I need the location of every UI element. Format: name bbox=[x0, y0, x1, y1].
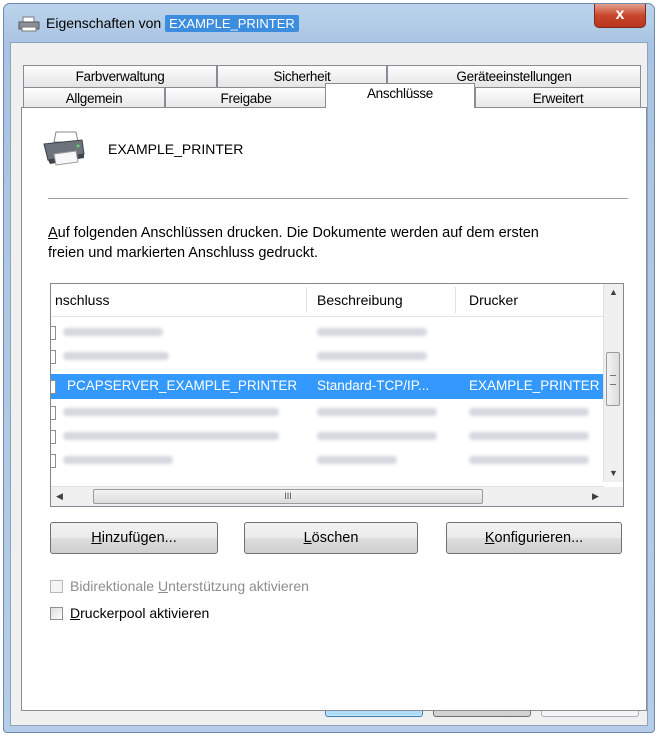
tab-farbverwaltung[interactable]: Farbverwaltung bbox=[23, 65, 217, 87]
port-checkbox[interactable] bbox=[51, 350, 56, 364]
delete-accel-letter: L bbox=[303, 530, 312, 546]
scroll-down-icon[interactable]: ▼ bbox=[604, 465, 623, 482]
bidirectional-support-label: Bidirektionale Unterstützung aktivieren bbox=[70, 578, 309, 594]
port-checkbox[interactable] bbox=[51, 454, 56, 468]
separator-line bbox=[48, 198, 628, 199]
printer-properties-window: Eigenschaften von EXAMPLE_PRINTER x Farb… bbox=[3, 3, 655, 733]
vertical-scroll-thumb[interactable] bbox=[606, 352, 620, 406]
dialog-client-area: Farbverwaltung Sicherheit Geräteeinstell… bbox=[10, 42, 648, 726]
close-button[interactable]: x bbox=[594, 4, 646, 28]
desc-accel-letter: A bbox=[48, 225, 58, 241]
list-item[interactable] bbox=[51, 450, 604, 471]
printer-icon bbox=[43, 131, 85, 166]
column-header-description[interactable]: Beschreibung bbox=[317, 292, 403, 308]
add-accel-letter: H bbox=[91, 530, 102, 546]
tab-allgemein[interactable]: Allgemein bbox=[23, 87, 165, 109]
scroll-right-icon[interactable]: ▶ bbox=[587, 487, 604, 506]
printer-title-icon bbox=[18, 16, 40, 32]
window-title: Eigenschaften von EXAMPLE_PRINTER bbox=[46, 15, 299, 32]
list-header: nschluss Beschreibung Drucker bbox=[51, 284, 604, 317]
list-item[interactable] bbox=[51, 402, 604, 423]
checkbox-box[interactable] bbox=[50, 607, 63, 620]
selected-port-printer: EXAMPLE_PRINTER bbox=[469, 378, 600, 393]
vertical-scrollbar[interactable]: ▲ ▼ bbox=[603, 284, 623, 482]
tab-anschluesse[interactable]: Anschlüsse bbox=[325, 83, 475, 108]
title-bar[interactable]: Eigenschaften von EXAMPLE_PRINTER x bbox=[4, 4, 654, 42]
checkbox-box[interactable] bbox=[50, 580, 63, 593]
port-checkbox[interactable] bbox=[51, 430, 56, 444]
delete-label: öschen bbox=[311, 530, 359, 546]
configure-port-button[interactable]: Konfigurieren... bbox=[446, 522, 622, 554]
list-item[interactable] bbox=[51, 426, 604, 447]
port-checkbox[interactable] bbox=[51, 380, 56, 394]
printer-pool-label: Druckerpool aktivieren bbox=[70, 605, 210, 621]
tab-erweitert[interactable]: Erweitert bbox=[475, 87, 641, 109]
configure-accel-letter: K bbox=[484, 530, 495, 546]
desc-line1: uf folgenden Anschlüssen drucken. Die Do… bbox=[57, 225, 539, 241]
horizontal-scroll-thumb[interactable]: III bbox=[93, 489, 483, 504]
tab-panel-anschluesse: EXAMPLE_PRINTER Auf folgenden Anschlüsse… bbox=[21, 107, 647, 711]
port-checkbox[interactable] bbox=[51, 406, 56, 420]
scroll-up-icon[interactable]: ▲ bbox=[604, 284, 623, 301]
add-label: inzufügen... bbox=[101, 530, 177, 546]
configure-label: onfigurieren... bbox=[494, 530, 584, 546]
ports-description: Auf folgenden Anschlüssen drucken. Die D… bbox=[48, 223, 628, 263]
scroll-left-icon[interactable]: ◀ bbox=[51, 487, 68, 506]
tab-freigabe[interactable]: Freigabe bbox=[165, 87, 327, 109]
column-divider[interactable] bbox=[306, 287, 307, 313]
column-header-printer[interactable]: Drucker bbox=[469, 292, 518, 308]
list-item[interactable] bbox=[51, 346, 604, 367]
close-icon: x bbox=[615, 6, 625, 23]
add-port-button[interactable]: Hinzufügen... bbox=[50, 522, 218, 554]
list-item[interactable] bbox=[51, 322, 604, 343]
printer-name-label: EXAMPLE_PRINTER bbox=[108, 141, 244, 157]
horizontal-scrollbar[interactable]: ◀ III ▶ bbox=[51, 486, 604, 506]
desc-line2: freien und markierten Anschluss gedruckt… bbox=[48, 245, 318, 261]
selected-port-description: Standard-TCP/IP... bbox=[317, 378, 430, 393]
title-printer-name: EXAMPLE_PRINTER bbox=[165, 15, 299, 32]
delete-port-button[interactable]: Löschen bbox=[244, 522, 418, 554]
selected-port-name: PCAPSERVER_EXAMPLE_PRINTER bbox=[67, 378, 298, 393]
ports-listview[interactable]: nschluss Beschreibung Drucker PCAPSERVER… bbox=[50, 283, 624, 507]
column-header-port[interactable]: nschluss bbox=[55, 292, 109, 308]
column-divider[interactable] bbox=[455, 287, 456, 313]
list-item-selected[interactable]: PCAPSERVER_EXAMPLE_PRINTER Standard-TCP/… bbox=[51, 374, 604, 399]
scrollbar-corner bbox=[604, 487, 623, 506]
title-prefix: Eigenschaften von bbox=[46, 15, 162, 31]
port-checkbox[interactable] bbox=[51, 326, 56, 340]
